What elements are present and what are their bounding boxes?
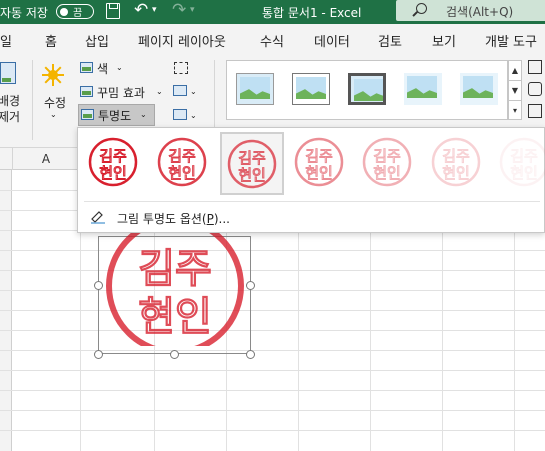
seal-thumbnail-text-top: 김주 <box>168 147 196 165</box>
tab-formulas[interactable]: 수식 <box>260 31 284 50</box>
chevron-down-icon[interactable]: ⌄ <box>116 63 123 72</box>
seal-thumbnail-text-bottom: 현인 <box>168 164 196 182</box>
transparency-preset-30pct[interactable]: 김주 현인 <box>220 132 284 195</box>
gallery-down-icon[interactable]: ▼ <box>509 81 521 101</box>
picture-transparency-options-item[interactable]: 그림 투명도 옵션(P)... <box>117 210 230 227</box>
corrections-label[interactable]: 수정 <box>44 94 66 111</box>
autosave-toggle[interactable]: 끔 <box>56 4 94 19</box>
transparency-label: 투명도 <box>98 109 132 123</box>
chevron-down-icon[interactable]: ⌄ <box>156 87 163 96</box>
remove-background-icon[interactable] <box>0 62 16 84</box>
toggle-knob <box>60 7 68 16</box>
seal-thumbnail-text-bottom: 현인 <box>238 166 266 184</box>
corrections-icon[interactable] <box>42 64 64 86</box>
seal-thumbnail: 김주현인 <box>431 137 480 187</box>
seal-thumbnail-text-bottom: 현인 <box>442 164 470 182</box>
picture-transparency-options-icon <box>91 211 105 224</box>
transparency-preset-95pct[interactable]: 김주 현인 <box>494 132 545 195</box>
autosave-label: 자동 저장 <box>0 6 48 20</box>
document-title: 통합 문서1 - Excel <box>262 6 362 20</box>
chevron-down-icon: ⌄ <box>140 110 147 119</box>
artistic-effects-icon[interactable] <box>80 86 93 97</box>
column-a-header[interactable]: A <box>12 152 80 166</box>
tab-insert[interactable]: 삽입 <box>85 31 109 50</box>
resize-handle[interactable] <box>94 350 103 359</box>
seal-thumbnail-text-top: 김주 <box>510 147 538 165</box>
seal-thumbnail-text-top: 김주 <box>373 147 401 165</box>
transparency-preset-65pct[interactable]: 김주 현인 <box>357 132 421 195</box>
gallery-up-icon[interactable]: ▲ <box>509 61 521 81</box>
redo-icon: ↷ <box>172 0 187 20</box>
reset-picture-icon[interactable] <box>173 109 187 120</box>
seal-thumbnail: 김주현인 <box>227 139 277 189</box>
transparency-icon <box>81 109 94 120</box>
resize-handle[interactable] <box>246 281 255 290</box>
seal-thumbnail: 김주현인 <box>499 137 545 187</box>
ribbon-tabs: 파일 홈 삽입 페이지 레이아웃 수식 데이터 검토 보기 개발 도구 <box>0 24 545 54</box>
picture-layout-icon[interactable] <box>528 104 542 118</box>
seal-picture[interactable]: 김주 현인 <box>100 226 250 346</box>
seal-thumbnail: 김주현인 <box>362 137 412 187</box>
undo-icon[interactable]: ↶ <box>134 0 148 20</box>
menu-divider <box>84 201 540 202</box>
search-placeholder: 검색(Alt+Q) <box>446 5 514 19</box>
transparency-dropdown: 김주 현인 김주 현인 김주 현인 김주 현인 김주 현인 김주 현인 김주 현인 그림 투명도 옵션(P… <box>77 127 545 233</box>
remove-bg-label-1[interactable]: 배경 <box>0 92 20 109</box>
color-icon[interactable] <box>80 62 93 73</box>
tab-home[interactable]: 홈 <box>45 31 57 50</box>
transparency-preset-80pct[interactable]: 김주 현인 <box>426 132 490 195</box>
tab-view[interactable]: 보기 <box>432 31 456 50</box>
seal-thumbnail-text-bottom: 현인 <box>305 164 333 182</box>
color-label[interactable]: 색 <box>97 60 108 77</box>
tab-review[interactable]: 검토 <box>378 31 402 50</box>
chevron-down-icon[interactable]: ⌄ <box>190 111 197 120</box>
ribbon-separator <box>32 60 33 140</box>
title-bar: 자동 저장 끔 ↶ ▾ ↷ ▾ 통합 문서1 - Excel 검색(Alt+Q) <box>0 0 545 24</box>
artistic-effects-label[interactable]: 꾸밈 효과 <box>97 84 145 101</box>
undo-dropdown-icon[interactable]: ▾ <box>152 5 157 15</box>
search-icon <box>416 3 427 14</box>
autosave-state: 끔 <box>73 8 83 19</box>
tab-data[interactable]: 데이터 <box>314 31 350 50</box>
resize-handle[interactable] <box>94 281 103 290</box>
seal-thumbnail-text-top: 김주 <box>305 147 333 165</box>
resize-handle[interactable] <box>170 350 179 359</box>
tab-file[interactable]: 파일 <box>0 31 12 50</box>
chevron-down-icon[interactable]: ⌄ <box>190 87 197 96</box>
seal-thumbnail-text-bottom: 현인 <box>510 164 538 182</box>
seal-thumbnail-text-top: 김주 <box>99 147 127 165</box>
picture-style-thumbnail[interactable] <box>404 73 442 105</box>
seal-thumbnail-text-top: 김주 <box>442 147 470 165</box>
gallery-scroll: ▲ ▼ ▾ <box>508 60 522 120</box>
tab-developer[interactable]: 개발 도구 <box>485 31 537 50</box>
change-picture-icon[interactable] <box>173 85 187 96</box>
compress-pictures-icon[interactable] <box>174 62 188 74</box>
seal-thumbnail-text-bottom: 현인 <box>99 164 127 182</box>
seal-thumbnail: 김주현인 <box>157 137 206 187</box>
remove-bg-label-2[interactable]: 제거 <box>0 108 20 125</box>
seal-text-bottom: 현인 <box>138 294 212 340</box>
save-icon[interactable] <box>106 3 120 19</box>
transparency-preset-15pct[interactable]: 김주 현인 <box>152 132 216 195</box>
seal-thumbnail-text-top: 김주 <box>238 149 266 167</box>
search-box[interactable]: 검색(Alt+Q) <box>396 0 545 21</box>
tab-page-layout[interactable]: 페이지 레이아웃 <box>138 31 226 50</box>
seal-thumbnail: 김주현인 <box>294 137 343 187</box>
seal-thumbnail-text-bottom: 현인 <box>373 164 401 182</box>
picture-border-icon[interactable] <box>528 60 542 74</box>
chevron-down-icon[interactable]: ⌄ <box>50 110 57 119</box>
seal-thumbnail: 김주현인 <box>88 137 138 187</box>
resize-handle[interactable] <box>246 350 255 359</box>
picture-style-thumbnail[interactable] <box>460 73 498 105</box>
picture-style-thumbnail[interactable] <box>348 73 386 105</box>
gallery-more-icon[interactable]: ▾ <box>509 101 521 121</box>
picture-style-thumbnail[interactable] <box>292 73 330 105</box>
picture-styles-gallery <box>226 60 508 120</box>
picture-effects-icon[interactable] <box>528 82 542 96</box>
seal-text-top: 김주 <box>138 246 212 292</box>
transparency-preset-0pct[interactable]: 김주 현인 <box>83 132 147 195</box>
picture-style-thumbnail[interactable] <box>236 73 274 105</box>
transparency-preset-50pct[interactable]: 김주 현인 <box>289 132 353 195</box>
redo-dropdown-icon: ▾ <box>190 5 195 15</box>
